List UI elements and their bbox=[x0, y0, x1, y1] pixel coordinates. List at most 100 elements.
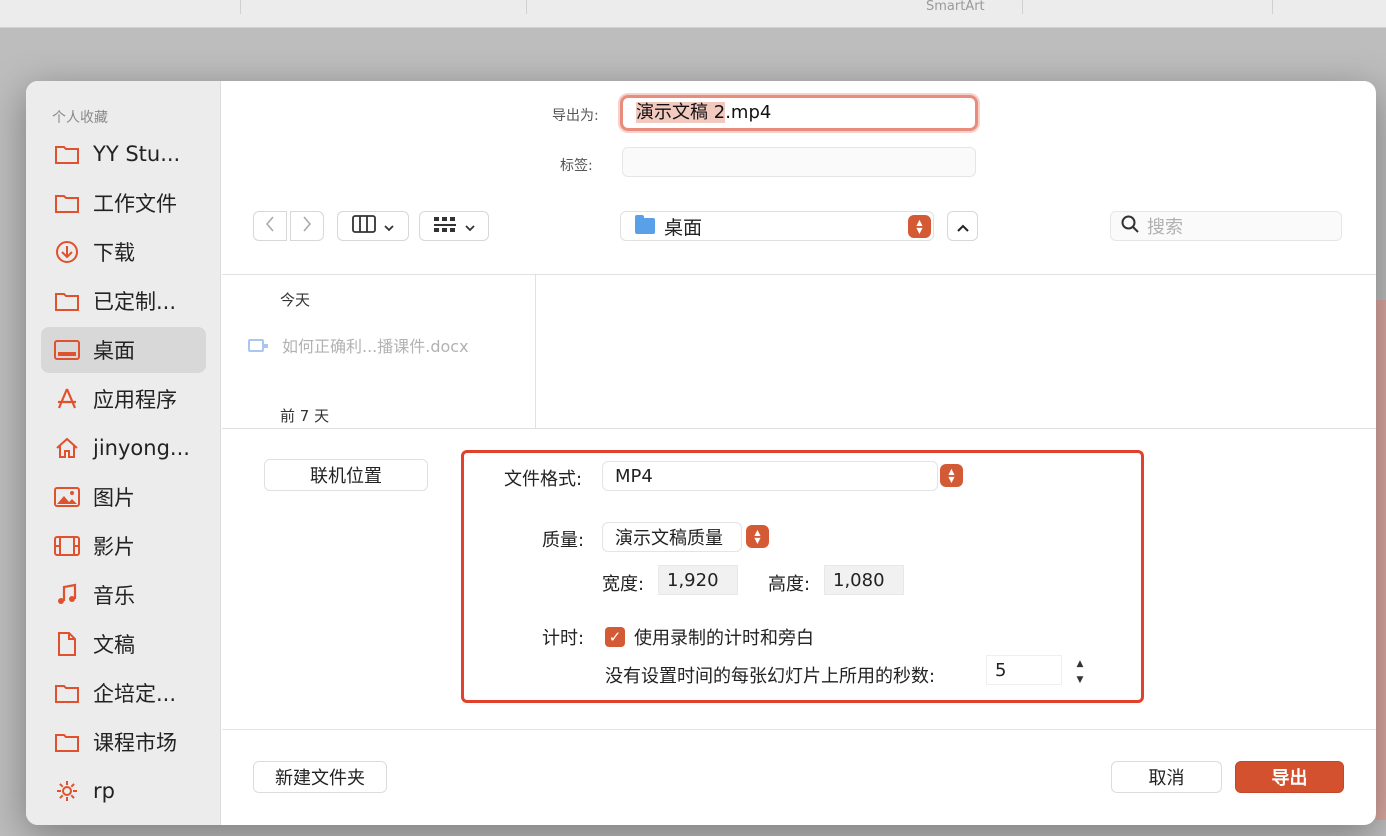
filename-extension: .mp4 bbox=[725, 102, 772, 123]
search-icon bbox=[1121, 215, 1139, 237]
file-format-value: MP4 bbox=[615, 465, 653, 487]
search-placeholder: 搜索 bbox=[1147, 217, 1183, 238]
forward-button[interactable] bbox=[290, 211, 324, 241]
file-item[interactable]: 如何正确利...播课件.docx bbox=[248, 333, 469, 357]
chevron-right-icon bbox=[302, 216, 312, 236]
timing-checkbox[interactable]: ✓ bbox=[605, 627, 625, 647]
columns-view-icon bbox=[352, 215, 376, 237]
sidebar-item-music[interactable]: 音乐 bbox=[41, 572, 206, 618]
seconds-per-slide-label: 没有设置时间的每张幻灯片上所用的秒数: bbox=[605, 666, 936, 687]
sidebar-item-label: 课程市场 bbox=[93, 731, 177, 755]
quality-popup[interactable]: 演示文稿质量 bbox=[602, 522, 742, 552]
sidebar-item-label: 已定制... bbox=[93, 290, 177, 314]
file-name: 如何正确利...播课件.docx bbox=[282, 337, 469, 356]
group-title-last-7-days: 前 7 天 bbox=[280, 407, 330, 425]
group-title-today: 今天 bbox=[280, 291, 311, 309]
sidebar-item-label: YY Stu... bbox=[93, 142, 181, 166]
download-icon bbox=[53, 238, 81, 266]
file-format-popup[interactable]: MP4 bbox=[602, 461, 938, 491]
width-field[interactable]: 1,920 bbox=[658, 565, 738, 595]
export-as-label: 导出为: bbox=[552, 108, 599, 124]
folder-icon bbox=[635, 215, 655, 234]
sidebar-item-movies[interactable]: 影片 bbox=[41, 523, 206, 569]
group-by-button[interactable] bbox=[419, 211, 489, 241]
online-locations-button[interactable]: 联机位置 bbox=[264, 459, 428, 491]
sidebar-item-documents[interactable]: 文稿 bbox=[41, 621, 206, 667]
height-field[interactable]: 1,080 bbox=[824, 565, 904, 595]
timing-label: 计时: bbox=[542, 628, 585, 649]
quality-stepper-icon[interactable]: ▲ ▼ bbox=[746, 525, 769, 548]
sidebar-item-customized[interactable]: 已定制... bbox=[41, 278, 206, 324]
sidebar-item-work-files[interactable]: 工作文件 bbox=[41, 180, 206, 226]
quality-value: 演示文稿质量 bbox=[615, 528, 723, 549]
sidebar: 个人收藏 YY Stu... 工作文件 下载 已定制... 桌面 应用程序 ji… bbox=[26, 81, 221, 825]
chevron-down-icon bbox=[384, 217, 394, 236]
sidebar-item-label: 图片 bbox=[93, 486, 135, 510]
chevron-down-icon bbox=[465, 217, 475, 236]
tags-label: 标签: bbox=[560, 158, 593, 174]
sidebar-item-label: 音乐 bbox=[93, 584, 135, 608]
sidebar-item-label: 桌面 bbox=[93, 339, 135, 363]
sidebar-item-rp[interactable]: rp bbox=[41, 768, 206, 814]
apps-icon bbox=[53, 385, 81, 413]
export-button[interactable]: 导出 bbox=[1235, 761, 1344, 793]
home-icon bbox=[53, 434, 81, 462]
export-options-panel: 文件格式: MP4 ▲ ▼ 质量: 演示文稿质量 ▲ ▼ 宽度: 1,920 高度:… bbox=[461, 450, 1144, 703]
location-popup[interactable]: 桌面 bbox=[620, 211, 934, 241]
favorites-title: 个人收藏 bbox=[52, 110, 108, 126]
folder-icon bbox=[53, 189, 81, 217]
sidebar-item-training[interactable]: 企培定... bbox=[41, 670, 206, 716]
collapse-button[interactable] bbox=[947, 211, 978, 241]
search-input[interactable]: 搜索 bbox=[1110, 211, 1342, 241]
photo-icon bbox=[53, 483, 81, 511]
location-popup-stepper-icon[interactable]: ▲ ▼ bbox=[908, 215, 931, 238]
toolbar-divider bbox=[240, 0, 241, 14]
sidebar-item-home[interactable]: jinyong... bbox=[41, 425, 206, 471]
sidebar-item-pictures[interactable]: 图片 bbox=[41, 474, 206, 520]
background-slide-edge bbox=[1376, 300, 1386, 820]
file-browser-column: 今天 如何正确利...播课件.docx 前 7 天 bbox=[222, 275, 536, 428]
folder-icon bbox=[53, 728, 81, 756]
filename-field[interactable]: 演示文稿 2.mp4 bbox=[620, 95, 978, 131]
seconds-per-slide-field[interactable]: 5 bbox=[986, 655, 1062, 685]
file-browser: 今天 如何正确利...播课件.docx 前 7 天 bbox=[222, 274, 1376, 429]
tags-field[interactable] bbox=[622, 147, 976, 177]
location-label: 桌面 bbox=[664, 216, 703, 239]
cancel-button[interactable]: 取消 bbox=[1111, 761, 1222, 793]
sidebar-item-desktop[interactable]: 桌面 bbox=[41, 327, 206, 373]
footer-divider bbox=[222, 729, 1376, 730]
sidebar-item-yy-studio[interactable]: YY Stu... bbox=[41, 131, 206, 177]
smartart-label: SmartArt bbox=[926, 0, 985, 14]
export-dialog: 个人收藏 YY Stu... 工作文件 下载 已定制... 桌面 应用程序 ji… bbox=[26, 81, 1376, 825]
filename-selected-text: 演示文稿 2 bbox=[636, 102, 726, 123]
seconds-stepper-icon[interactable]: ▲ ▼ bbox=[1072, 659, 1088, 685]
file-format-stepper-icon[interactable]: ▲ ▼ bbox=[940, 464, 963, 487]
document-icon bbox=[53, 630, 81, 658]
grid-icon bbox=[433, 215, 457, 237]
sidebar-item-label: 下载 bbox=[93, 241, 135, 265]
chevron-left-icon bbox=[265, 216, 275, 236]
sidebar-item-label: 应用程序 bbox=[93, 388, 177, 412]
view-mode-button[interactable] bbox=[337, 211, 409, 241]
gear-icon bbox=[53, 777, 81, 805]
folder-icon bbox=[53, 679, 81, 707]
sidebar-item-label: rp bbox=[93, 779, 115, 803]
folder-icon bbox=[53, 140, 81, 168]
sidebar-item-label: 影片 bbox=[93, 535, 135, 559]
back-button[interactable] bbox=[253, 211, 287, 241]
sidebar-item-applications[interactable]: 应用程序 bbox=[41, 376, 206, 422]
timing-checkbox-label: 使用录制的计时和旁白 bbox=[634, 628, 814, 649]
new-folder-button[interactable]: 新建文件夹 bbox=[253, 761, 387, 793]
document-icon bbox=[248, 338, 268, 352]
sidebar-item-label: jinyong... bbox=[93, 436, 190, 460]
sidebar-item-label: 工作文件 bbox=[93, 192, 177, 216]
sidebar-item-downloads[interactable]: 下载 bbox=[41, 229, 206, 275]
sidebar-item-course-market[interactable]: 课程市场 bbox=[41, 719, 206, 765]
music-icon bbox=[53, 581, 81, 609]
toolbar-divider bbox=[1272, 0, 1273, 14]
quality-label: 质量: bbox=[542, 530, 585, 551]
sidebar-item-label: 企培定... bbox=[93, 682, 177, 706]
toolbar-divider bbox=[526, 0, 527, 14]
sidebar-item-label: 文稿 bbox=[93, 633, 135, 657]
width-label: 宽度: bbox=[602, 574, 645, 595]
